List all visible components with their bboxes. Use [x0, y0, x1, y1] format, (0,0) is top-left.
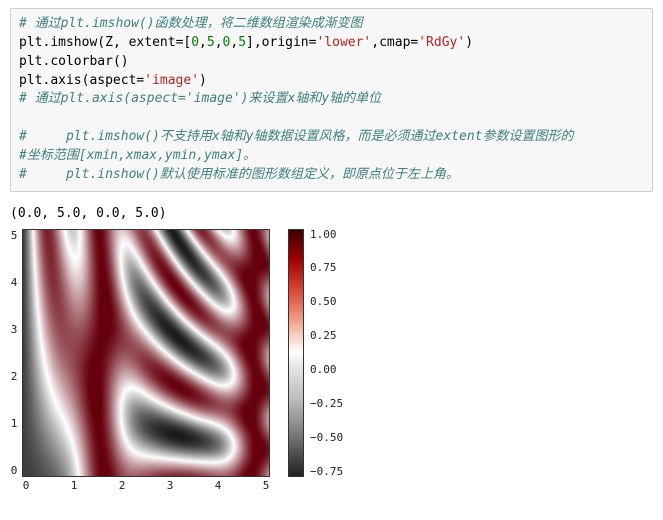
x-tick: 0	[22, 479, 30, 492]
colorbar-tick: 1.00	[310, 229, 343, 240]
axes-with-yticks: 5 4 3 2 1 0 0 1 2 3 4 5	[10, 229, 270, 492]
x-tick: 1	[70, 479, 78, 492]
x-tick: 5	[262, 479, 270, 492]
code-line: plt.imshow(Z, extent=[0,5,0,5],origin='l…	[19, 34, 644, 53]
code-comment: #坐标范围[xmin,xmax,ymin,ymax]。	[19, 148, 256, 163]
heatmap-canvas	[23, 230, 269, 476]
code-comment: # plt.inshow()默认使用标准的图形数组定义，即原点位于左上角。	[19, 167, 459, 182]
code-comment: # plt.imshow()不支持用x轴和y轴数据设置风格，而是必须通过exte…	[19, 129, 574, 144]
y-tick: 0	[10, 464, 18, 477]
x-tick: 3	[166, 479, 174, 492]
colorbar-tick-labels: 1.00 0.75 0.50 0.25 0.00 −0.25 −0.50 −0.75	[310, 229, 343, 477]
y-tick: 5	[10, 229, 18, 242]
colorbar-tick: −0.25	[310, 398, 343, 409]
code-line: #坐标范围[xmin,xmax,ymin,ymax]。	[19, 147, 644, 166]
colorbar-gradient	[288, 229, 304, 477]
colorbar: 1.00 0.75 0.50 0.25 0.00 −0.25 −0.50 −0.75	[288, 229, 343, 477]
y-tick: 2	[10, 370, 18, 383]
colorbar-tick: −0.50	[310, 432, 343, 443]
x-tick: 2	[118, 479, 126, 492]
cell-output-text: (0.0, 5.0, 0.0, 5.0)	[10, 206, 653, 221]
code-line	[19, 109, 644, 128]
code-line: plt.colorbar()	[19, 53, 644, 72]
x-tick-labels: 0 1 2 3 4 5	[22, 477, 270, 492]
code-cell: # 通过plt.imshow()函数处理，将二维数组渲染成渐变图 plt.imsh…	[10, 8, 653, 192]
colorbar-tick: 0.75	[310, 262, 343, 273]
colorbar-tick: 0.00	[310, 364, 343, 375]
colorbar-tick: 0.25	[310, 330, 343, 341]
code-comment: # 通过plt.imshow()函数处理，将二维数组渲染成渐变图	[19, 16, 363, 31]
y-tick: 1	[10, 417, 18, 430]
heatmap-axes	[22, 229, 270, 477]
code-line: # 通过plt.imshow()函数处理，将二维数组渲染成渐变图	[19, 15, 644, 34]
x-tick: 4	[214, 479, 222, 492]
colorbar-tick: 0.50	[310, 296, 343, 307]
y-tick: 4	[10, 276, 18, 289]
y-tick: 3	[10, 323, 18, 336]
code-line: plt.axis(aspect='image')	[19, 72, 644, 91]
colorbar-tick: −0.75	[310, 466, 343, 477]
y-tick-labels: 5 4 3 2 1 0	[10, 229, 22, 477]
code-line: # plt.inshow()默认使用标准的图形数组定义，即原点位于左上角。	[19, 166, 644, 185]
code-comment: # 通过plt.axis(aspect='image')来设置x轴和y轴的单位	[19, 91, 381, 106]
code-line: # 通过plt.axis(aspect='image')来设置x轴和y轴的单位	[19, 90, 644, 109]
figure: 5 4 3 2 1 0 0 1 2 3 4 5 1.00 0.75 0.50 0.25 0.00 −0.25 −…	[10, 229, 653, 492]
code-line: # plt.imshow()不支持用x轴和y轴数据设置风格，而是必须通过exte…	[19, 128, 644, 147]
